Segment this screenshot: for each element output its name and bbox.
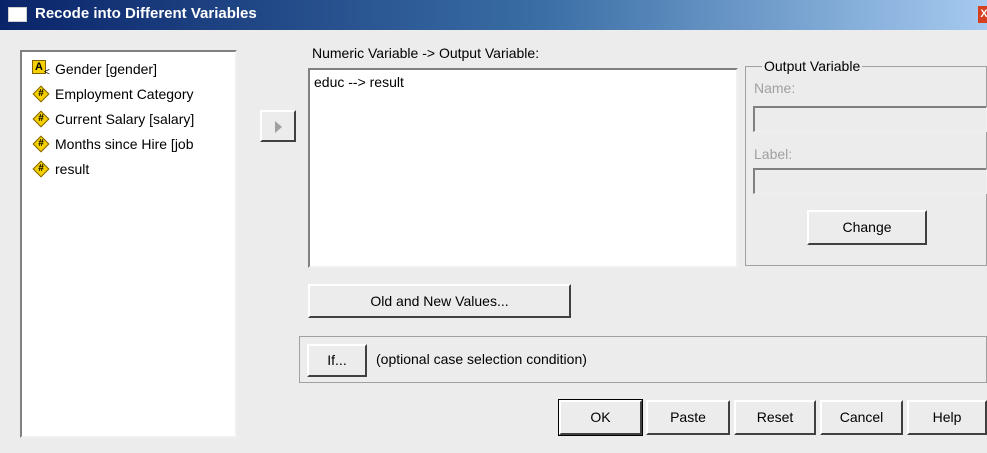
title-bar[interactable]: Recode into Different Variables X	[0, 0, 987, 30]
string-variable-icon: A <	[32, 60, 50, 78]
output-variable-legend: Output Variable	[762, 58, 863, 74]
if-button[interactable]: If...	[307, 344, 367, 377]
numeric-variable-icon: #	[32, 110, 50, 128]
recode-dialog: Recode into Different Variables X A < Gen…	[0, 0, 987, 453]
reset-button[interactable]: Reset	[734, 400, 816, 435]
name-field[interactable]	[753, 106, 987, 132]
case-selection-text: (optional case selection condition)	[376, 351, 587, 367]
change-button[interactable]: Change	[807, 210, 927, 245]
old-and-new-values-button[interactable]: Old and New Values...	[308, 284, 571, 318]
name-label: Name:	[754, 80, 796, 96]
move-variable-button[interactable]	[260, 110, 296, 142]
mapping-item[interactable]: educ --> result	[314, 74, 404, 90]
cancel-button[interactable]: Cancel	[820, 400, 903, 435]
source-variable-list[interactable]: A < Gender [gender] # Employment Category…	[20, 50, 237, 438]
window-title: Recode into Different Variables	[35, 5, 257, 22]
arrow-right-icon	[275, 121, 282, 133]
mapping-list-label: Numeric Variable -> Output Variable:	[312, 45, 540, 61]
numeric-variable-icon: #	[32, 135, 50, 153]
variable-item-employment-category[interactable]: # Employment Category	[32, 84, 194, 104]
help-button[interactable]: Help	[907, 400, 987, 435]
ok-button[interactable]: OK	[558, 399, 643, 436]
numeric-variable-icon: #	[32, 160, 50, 178]
variable-item-months-since-hire[interactable]: # Months since Hire [job	[32, 134, 194, 154]
label-label: Label:	[754, 146, 793, 162]
variable-item-result[interactable]: # result	[32, 159, 89, 179]
variable-item-gender[interactable]: A < Gender [gender]	[32, 59, 157, 79]
variable-item-current-salary[interactable]: # Current Salary [salary]	[32, 109, 194, 129]
window-icon	[8, 7, 27, 22]
mapping-list[interactable]: educ --> result	[308, 68, 738, 268]
paste-button[interactable]: Paste	[646, 400, 730, 435]
label-field[interactable]	[753, 168, 987, 194]
numeric-variable-icon: #	[32, 85, 50, 103]
close-icon[interactable]: X	[978, 6, 987, 23]
